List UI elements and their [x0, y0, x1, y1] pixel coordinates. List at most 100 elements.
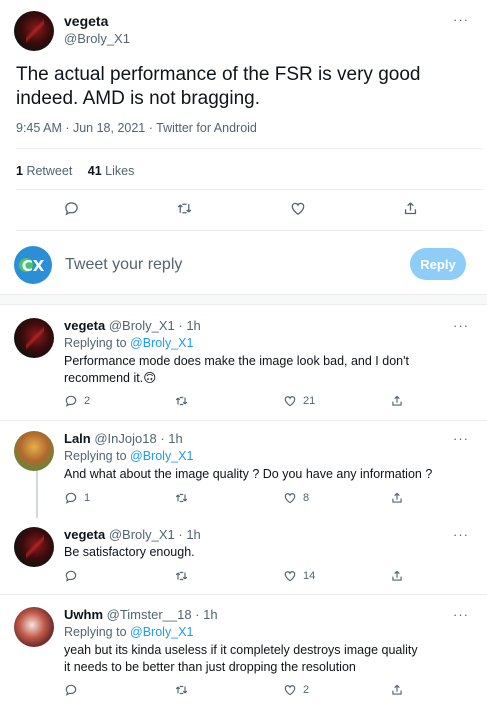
reply-actions: 14 — [0, 569, 487, 593]
share-button[interactable] — [390, 683, 404, 697]
likes-stat[interactable]: 41 Likes — [88, 164, 135, 178]
divider — [16, 189, 483, 190]
reply-author-name[interactable]: Uwhm — [64, 607, 103, 622]
reply-avatar[interactable] — [14, 527, 54, 567]
more-icon[interactable]: ··· — [453, 607, 469, 622]
reply-author-handle[interactable]: @Broly_X1 · 1h — [109, 527, 201, 542]
reply-tweet[interactable]: Uwhm @Timster__18 · 1h ··· Replying to @… — [0, 607, 487, 707]
tweet-meta[interactable]: 9:45 AM · Jun 18, 2021 · Twitter for And… — [16, 121, 257, 135]
reply-icon — [65, 684, 77, 696]
like-count: 8 — [303, 492, 310, 504]
like-count: 21 — [303, 395, 316, 407]
reply-button[interactable]: 1 — [64, 491, 90, 505]
more-icon[interactable]: ··· — [453, 527, 469, 542]
like-button[interactable]: 21 — [283, 394, 315, 408]
share-icon — [392, 570, 402, 581]
share-icon — [404, 202, 417, 215]
retweet-button[interactable] — [174, 491, 195, 505]
reply-button[interactable] — [64, 683, 84, 697]
replying-to-handle[interactable]: @Broly_X1 — [130, 625, 193, 639]
share-button[interactable] — [402, 200, 419, 217]
reply-header: vegeta @Broly_X1 · 1h — [64, 318, 201, 333]
reply-text-line: yeah but its kinda useless if it complet… — [64, 643, 418, 657]
retweet-icon — [177, 203, 192, 214]
retweet-button[interactable] — [174, 683, 195, 697]
reply-author-name[interactable]: vegeta — [64, 318, 105, 333]
reply-tweet[interactable]: vegeta @Broly_X1 · 1h ··· Replying to @B… — [0, 318, 487, 418]
reply-button[interactable] — [63, 200, 80, 217]
more-icon[interactable]: ··· — [453, 12, 469, 27]
reply-icon — [65, 570, 77, 582]
replying-to: Replying to @Broly_X1 — [64, 625, 194, 639]
replying-to: Replying to @Broly_X1 — [64, 449, 194, 463]
reply-avatar[interactable] — [14, 607, 54, 647]
divider — [16, 230, 483, 231]
retweet-button[interactable] — [174, 394, 195, 408]
author-name[interactable]: vegeta — [64, 13, 108, 29]
main-tweet: vegeta @Broly_X1 ··· The actual performa… — [0, 0, 487, 295]
user-avatar[interactable]: CX — [14, 246, 52, 284]
retweet-icon — [175, 685, 188, 695]
retweet-icon — [175, 396, 188, 406]
author-handle[interactable]: @Broly_X1 — [64, 31, 130, 46]
heart-icon — [284, 396, 296, 407]
reply-author-name[interactable]: Laln — [64, 431, 91, 446]
section-gap — [0, 295, 487, 305]
tweet-text: The actual performance of the FSR is ver… — [16, 64, 421, 109]
share-icon — [392, 492, 402, 503]
share-button[interactable] — [390, 491, 404, 505]
avatar-text: CX — [22, 257, 45, 275]
reply-avatar[interactable] — [14, 431, 54, 471]
reply-header: Laln @InJojo18 · 1h — [64, 431, 183, 446]
more-icon[interactable]: ··· — [453, 318, 469, 333]
share-icon — [392, 395, 402, 406]
reply-tweet[interactable]: Laln @InJojo18 · 1h ··· Replying to @Bro… — [0, 431, 487, 511]
share-button[interactable] — [390, 394, 404, 408]
reply-author-name[interactable]: vegeta — [64, 527, 105, 542]
reply-author-handle[interactable]: @Timster__18 · 1h — [107, 607, 218, 622]
reply-text: yeah but its kinda useless if it complet… — [64, 642, 474, 676]
heart-icon — [284, 685, 296, 696]
retweet-stat[interactable]: 1 Retweet — [16, 164, 72, 178]
reply-text: Performance mode does make the image loo… — [64, 354, 409, 385]
heart-icon — [284, 493, 296, 504]
reply-actions: 1 8 — [0, 491, 487, 515]
like-count: 2 — [303, 684, 310, 696]
cx-logo-icon: CX — [19, 257, 45, 275]
reply-text-line: it needs to be better than just dropping… — [64, 660, 356, 674]
like-button[interactable]: 2 — [283, 683, 309, 697]
reply-input[interactable]: Tweet your reply — [65, 256, 182, 274]
reply-header: vegeta @Broly_X1 · 1h — [64, 527, 201, 542]
reply-text: And what about the image quality ? Do yo… — [64, 467, 433, 481]
reply-icon — [65, 395, 77, 407]
replying-to: Replying to @Broly_X1 — [64, 336, 194, 350]
like-count: 14 — [303, 570, 316, 582]
reply-icon — [65, 492, 77, 504]
share-icon — [392, 684, 402, 695]
like-button[interactable]: 14 — [283, 569, 315, 583]
retweet-button[interactable] — [175, 200, 194, 217]
reply-author-handle[interactable]: @Broly_X1 · 1h — [109, 318, 201, 333]
heart-icon — [284, 571, 296, 582]
reply-header: Uwhm @Timster__18 · 1h — [64, 607, 218, 622]
more-icon[interactable]: ··· — [453, 431, 469, 446]
retweet-icon — [175, 571, 188, 581]
reply-author-handle[interactable]: @InJojo18 · 1h — [94, 431, 182, 446]
replying-to-handle[interactable]: @Broly_X1 — [130, 336, 193, 350]
reply-button[interactable] — [64, 569, 84, 583]
reply-composer: CX Tweet your reply Reply — [0, 240, 487, 290]
reply-actions: 2 — [0, 683, 487, 707]
reply-tweet[interactable]: vegeta @Broly_X1 · 1h ··· Be satisfactor… — [0, 527, 487, 587]
reply-button[interactable]: 2 — [64, 394, 90, 408]
reply-submit-button[interactable]: Reply — [410, 248, 466, 280]
share-button[interactable] — [390, 569, 404, 583]
retweet-button[interactable] — [174, 569, 195, 583]
replying-to-handle[interactable]: @Broly_X1 — [130, 449, 193, 463]
separator — [0, 594, 487, 595]
like-button[interactable]: 8 — [283, 491, 309, 505]
author-avatar[interactable] — [14, 11, 54, 51]
reply-count: 1 — [84, 492, 91, 504]
like-button[interactable] — [289, 200, 307, 217]
separator — [0, 420, 487, 421]
reply-avatar[interactable] — [14, 318, 54, 358]
